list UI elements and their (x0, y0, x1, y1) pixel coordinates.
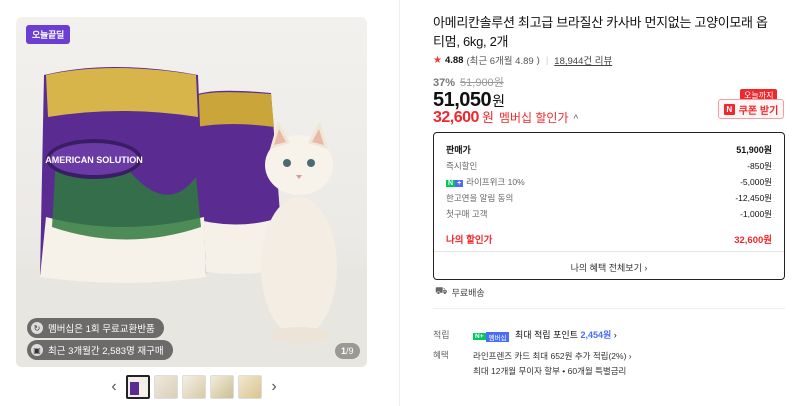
today-deal-badge: 오늘끝딜 (26, 25, 70, 44)
free-return-pill: ↻ 멤버십은 1회 무료교환반품 (27, 318, 164, 338)
thumbnail-3[interactable] (182, 375, 206, 399)
discount-row: 37% 51,900원 (433, 74, 504, 90)
image-page-indicator: 1/9 (335, 343, 360, 359)
naver-plus-icon: N + (446, 180, 464, 187)
discount-rate: 37% (433, 77, 456, 89)
member-price-row[interactable]: 32,600 원 멤버십 할인가 ^ (433, 107, 578, 127)
benefit-card-line[interactable]: 라인프렌즈 카드 최대 652원 추가 적립(2%) › (473, 349, 632, 364)
points-row: 적립 N+ 멤버십 최대 적립 포인트 2,454원 › (433, 328, 617, 342)
thumbnail-1[interactable] (126, 375, 150, 399)
points-label: 적립 (433, 330, 450, 341)
divider: | (545, 54, 549, 66)
original-price: 51,900원 (460, 77, 504, 89)
delivery-label: 무료배송 (451, 288, 485, 298)
thumbnail-5[interactable] (238, 375, 262, 399)
member-price-unit: 원 (481, 110, 494, 125)
coupon-button[interactable]: N 쿠폰 받기 (718, 99, 784, 119)
delivery-info: ⛟ 무료배송 (435, 286, 485, 299)
chevron-up-icon[interactable]: ^ (573, 114, 578, 125)
price-row-base: 판매가 51,900원 (446, 145, 772, 155)
points-link[interactable]: N+ 멤버십 최대 적립 포인트 2,454원 › (473, 328, 617, 342)
chevron-right-icon: › (644, 263, 648, 273)
chevron-left-icon[interactable]: ‹ (106, 374, 122, 400)
thumbnail-2[interactable] (154, 375, 178, 399)
bag-icon: ▣ (31, 344, 43, 356)
thumbnail-4[interactable] (210, 375, 234, 399)
coupon-icon: N (723, 103, 735, 115)
product-gallery: AMERICAN SOLUTION 오늘끝딜 ↻ 멤버십은 1회 무료교환반품 … (0, 0, 400, 406)
price-row-first-purchase: 첫구매 고객 -1,000원 (446, 209, 772, 219)
repurchase-text: 최근 3개월간 2,583명 재구매 (48, 346, 164, 357)
review-count-link[interactable]: 18,944건 리뷰 (554, 53, 612, 67)
thumbnail-strip: ‹ › (106, 374, 282, 400)
view-all-benefits-link[interactable]: 나의 혜택 전체보기 › (434, 261, 784, 274)
benefit-installment-line: 최대 12개월 무이자 할부 • 60개월 특별금리 (473, 366, 627, 376)
rating-score: 4.88 (444, 54, 464, 66)
cat-illustration (261, 121, 337, 343)
product-title: 아메리칸솔루션 최고급 브라질산 카사바 먼지없는 고양이모래 옵티멈, 6kg… (433, 15, 768, 49)
free-return-text: 멤버십은 1회 무료교환반품 (48, 324, 155, 335)
benefits-row: 혜택 라인프렌즈 카드 최대 652원 추가 적립(2%) › 최대 12개월 … (433, 349, 632, 379)
price-row-lifeweek: N + 라이프위크 10% -5,000원 (446, 177, 772, 187)
member-price-value: 32,600 (433, 109, 479, 126)
litter-bag-front (40, 67, 206, 283)
price-row-alarm: 한고연을 알림 동의 -12,450원 (446, 193, 772, 203)
truck-icon: ⛟ (435, 286, 448, 297)
coupon-button-label: 쿠폰 받기 (738, 105, 779, 117)
divider (434, 251, 784, 252)
divider (433, 308, 785, 309)
refresh-icon: ↻ (31, 322, 43, 334)
price-breakdown-box: 판매가 51,900원 즉시할인 -850원 N + 라이프위크 10% -5,00… (433, 132, 785, 280)
price-row-instant-discount: 즉시할인 -850원 (446, 161, 772, 171)
rating-recent: (최근 6개월 4.89 (466, 56, 534, 67)
main-product-image[interactable]: AMERICAN SOLUTION (16, 17, 367, 367)
product-photo-illustration: AMERICAN SOLUTION (16, 67, 367, 367)
repurchase-pill: ▣ 최근 3개월간 2,583명 재구매 (27, 340, 173, 360)
rating-row: ★ 4.88 (최근 6개월 4.89) | 18,944건 리뷰 (433, 53, 613, 68)
thumbnail-image (128, 377, 148, 397)
chevron-right-icon[interactable]: › (266, 374, 282, 400)
benefits-label: 혜택 (433, 350, 449, 360)
price-row-final: 나의 할인가 32,600원 (446, 235, 772, 246)
member-price-label: 멤버십 할인가 (498, 111, 569, 125)
membership-badge-icon: N+ 멤버십 (473, 331, 510, 342)
chevron-right-icon: › (613, 330, 617, 340)
star-icon: ★ (433, 54, 442, 66)
chevron-right-icon: › (628, 351, 632, 361)
bag-brand-text: AMERICAN SOLUTION (45, 155, 143, 165)
